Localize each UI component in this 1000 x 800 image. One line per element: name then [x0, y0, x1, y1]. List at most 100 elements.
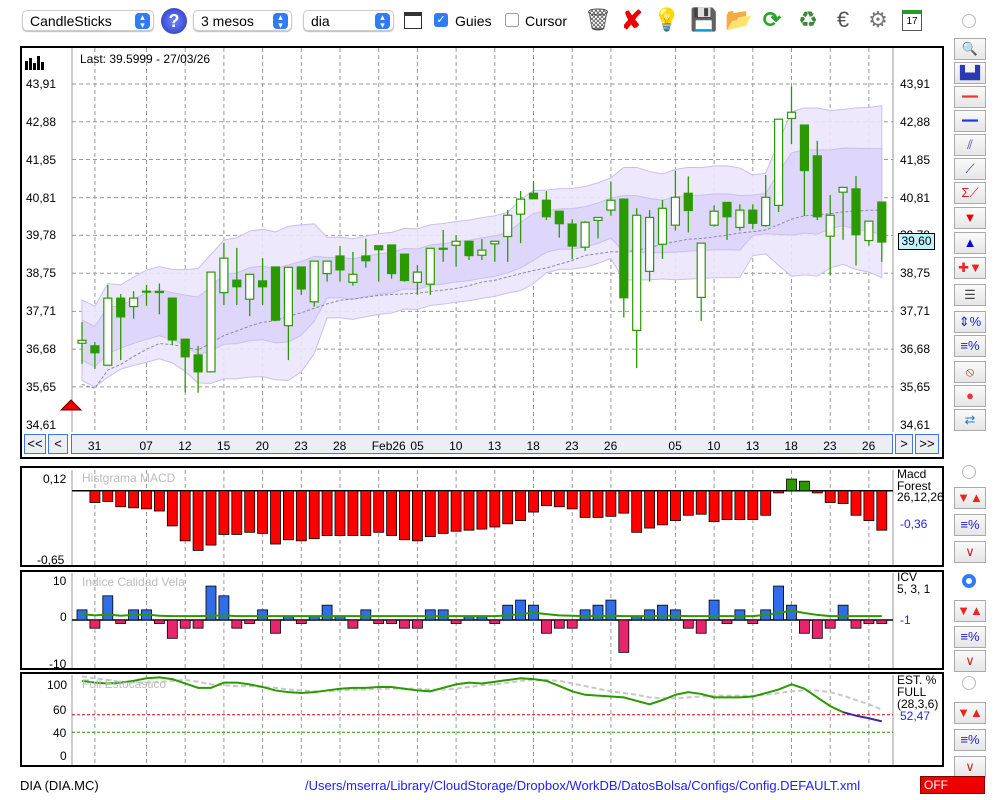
price-tick-right: 37,71 — [900, 304, 931, 319]
macd-bar — [850, 490, 862, 516]
signal-arrows-button[interactable]: ▼▲ — [954, 487, 986, 509]
macd-bar — [824, 490, 836, 503]
candle-up — [773, 118, 784, 206]
macd-bar — [811, 490, 823, 494]
arrow-up-button[interactable]: ▲ — [954, 232, 986, 254]
zoom-button[interactable]: 🔍 — [954, 38, 986, 60]
icv-radio[interactable] — [962, 574, 976, 588]
nav-first-button[interactable]: << — [24, 434, 46, 454]
no-entry-button[interactable]: ⦸ — [954, 361, 986, 383]
percent-lines-button[interactable]: ≡% — [954, 514, 986, 536]
macd-bar — [670, 490, 681, 521]
signal-arrows-button[interactable]: ▼▲ — [954, 600, 986, 622]
dashed-lines-button[interactable]: ☰ — [954, 284, 986, 306]
stochastic-radio[interactable] — [962, 676, 976, 690]
macd-bar — [528, 490, 539, 513]
candle-down — [851, 188, 861, 236]
candle-down — [116, 297, 126, 318]
icv-bar — [566, 619, 578, 629]
percent-lines-button[interactable]: ≡% — [954, 335, 986, 357]
stoch-tick-60: 60 — [53, 703, 67, 717]
off-toggle-button[interactable]: OFF — [920, 776, 985, 794]
candle-up — [580, 221, 590, 248]
icv-bar — [721, 619, 733, 624]
macd-radio[interactable] — [962, 465, 976, 479]
nav-next-button[interactable]: > — [895, 434, 913, 454]
percent-lines-button[interactable]: ≡% — [954, 729, 986, 751]
date-label: 13 — [745, 439, 760, 453]
stoch-last-value: 52,47 — [900, 709, 931, 723]
candle-down — [90, 345, 100, 354]
candle-down — [296, 266, 306, 290]
record-button[interactable]: ● — [954, 385, 986, 407]
macd-bar — [837, 490, 849, 504]
curve-chart-button[interactable]: ∨ — [954, 650, 986, 672]
symbol-label: DIA (DIA.MC) — [20, 778, 99, 793]
curve-chart-button[interactable]: ∨ — [954, 756, 986, 778]
icv-bar — [863, 619, 875, 624]
candle-down — [812, 155, 822, 218]
candle-up — [283, 266, 293, 327]
sigma-trendline-button[interactable]: Σ⟋ — [954, 182, 986, 204]
icv-bar — [321, 604, 333, 621]
icv-tick-min: -10 — [49, 657, 67, 671]
date-label: 18 — [784, 439, 798, 453]
candle-up — [412, 271, 422, 283]
macd-bar — [321, 490, 333, 536]
macd-bar — [553, 490, 565, 508]
nav-prev-button[interactable]: < — [48, 434, 68, 454]
trendline-button[interactable]: ⟋ — [954, 158, 986, 180]
record-icon: ● — [966, 388, 974, 403]
icv-bar — [115, 619, 127, 624]
percent-lines-button[interactable]: ≡% — [954, 626, 986, 648]
sync-icon: ⇄ — [964, 412, 976, 427]
signal-triangle-icon — [59, 399, 83, 411]
candle-up — [322, 260, 332, 275]
price-tick-left: 34,61 — [26, 418, 57, 432]
macd-bar — [334, 490, 346, 536]
curve-chart-button[interactable]: ∨ — [954, 541, 986, 563]
icv-bar — [799, 619, 810, 634]
red-line-button[interactable]: ━━ — [954, 86, 986, 108]
percent-range-button[interactable]: ⇕% — [954, 311, 986, 333]
icv-title: Indice Calidad Vela — [82, 575, 185, 589]
candle-up — [490, 240, 500, 245]
arrow-down-button[interactable]: ▼ — [954, 207, 986, 229]
channel-button[interactable]: ⫽ — [954, 134, 986, 156]
macd-bar — [373, 490, 385, 533]
percent-lines-icon: ≡% — [960, 517, 980, 532]
macd-bar — [128, 490, 140, 509]
sync-button[interactable]: ⇄ — [954, 409, 986, 431]
blue-line-button[interactable]: ━━ — [954, 110, 986, 132]
macd-bar — [399, 490, 410, 541]
nav-last-button[interactable]: >> — [915, 434, 939, 454]
signal-arrows-button[interactable]: ▼▲ — [954, 702, 986, 724]
candle-up — [154, 290, 164, 294]
add-signal-button[interactable]: ✚▼ — [954, 257, 986, 279]
icv-bar — [657, 604, 668, 621]
date-label: 18 — [526, 439, 540, 453]
date-scrollbar[interactable]: 31 07 12 15 20 23 28 Feb26 05 10 13 18 23 26 05 10 13 18 2… — [71, 434, 893, 454]
macd-bar — [579, 490, 591, 518]
red-line-icon: ━━ — [962, 89, 978, 104]
config-path-link[interactable]: /Users/mserra/Library/CloudStorage/Dropb… — [305, 778, 860, 793]
date-label: 23 — [823, 439, 837, 453]
icv-bar — [553, 619, 565, 629]
add-signal-icon: ✚▼ — [958, 260, 982, 275]
candle-down — [877, 201, 887, 243]
icv-bar — [102, 595, 114, 621]
date-label: 20 — [255, 439, 269, 453]
candle-up — [309, 260, 319, 303]
price-tick-left: 36,68 — [26, 342, 57, 357]
price-tick-left: 39,78 — [26, 228, 57, 243]
icv-bar — [450, 619, 462, 624]
price-tick-right: 35,65 — [900, 379, 931, 394]
macd-bar — [102, 490, 114, 502]
percent-lines-icon: ≡% — [960, 629, 980, 644]
candle-up — [593, 216, 603, 221]
bar-chart-icon[interactable] — [25, 56, 47, 70]
candle-down — [799, 124, 810, 172]
icv-bar — [837, 604, 849, 621]
candle-up — [670, 196, 681, 226]
chart-thumbnail-button[interactable]: ▙▟ — [954, 62, 986, 84]
